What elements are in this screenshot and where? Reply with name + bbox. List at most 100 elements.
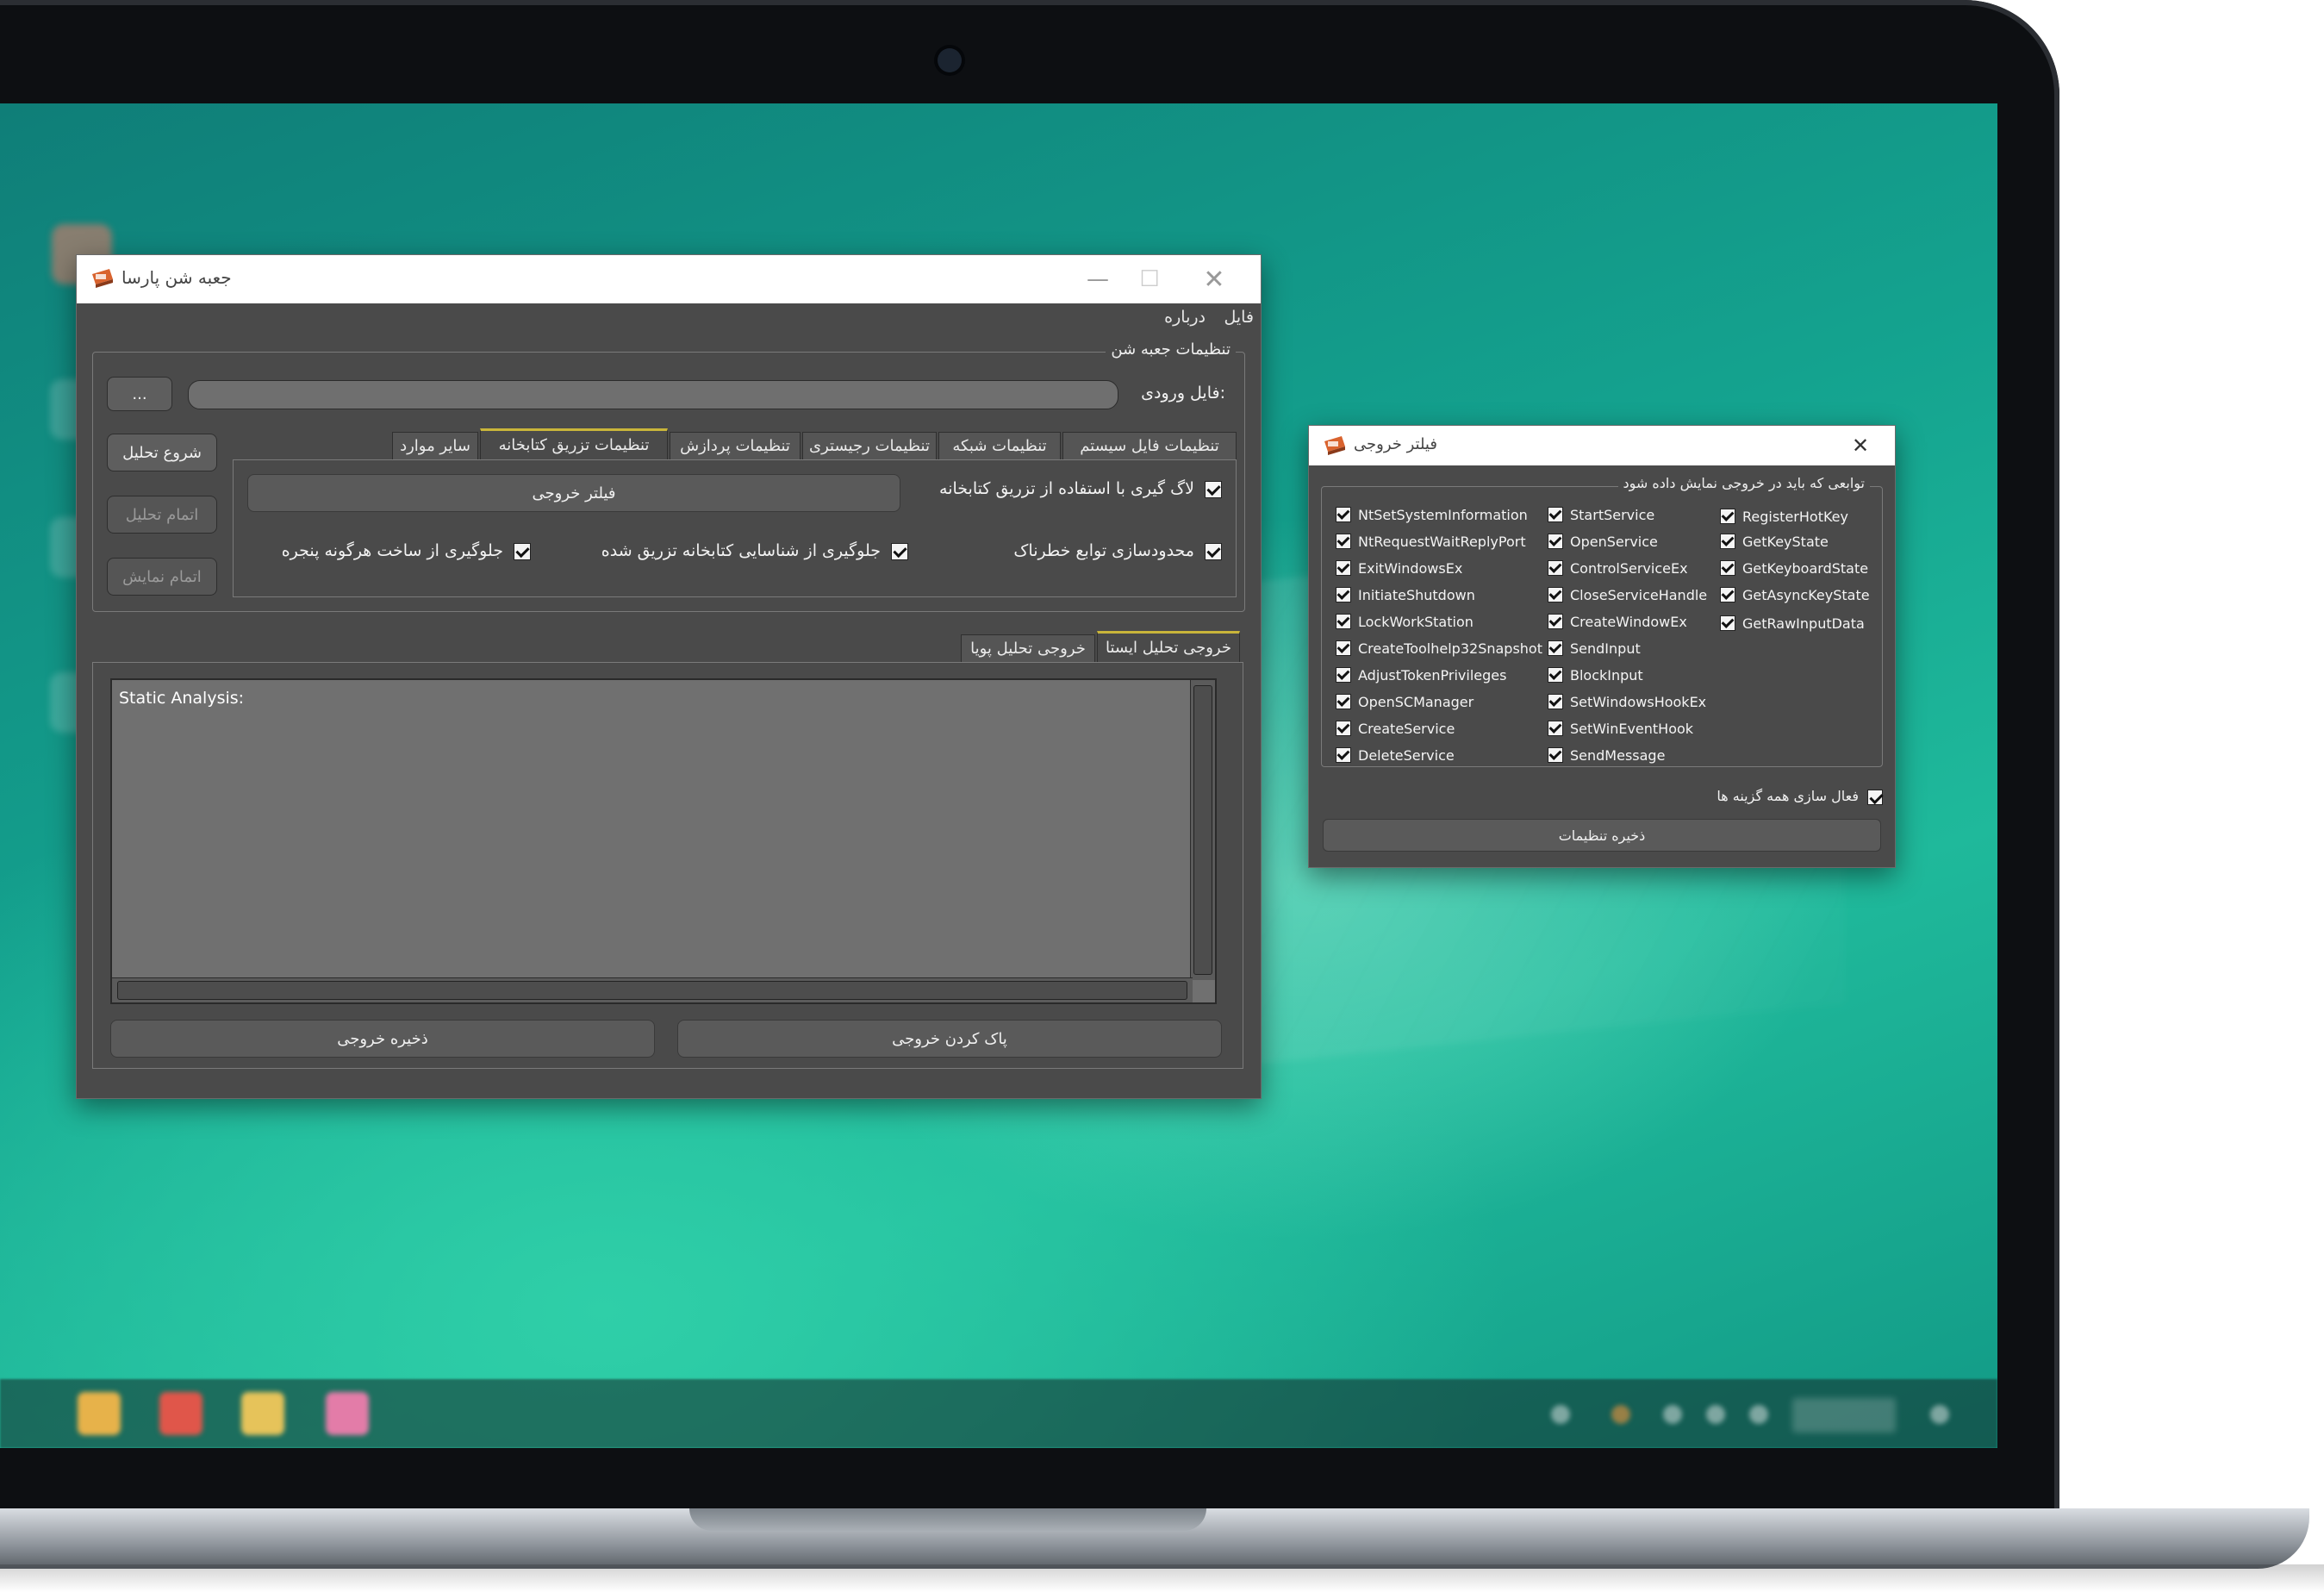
function-checkbox-item[interactable]: OpenService bbox=[1548, 531, 1658, 552]
prevent-window-checkbox[interactable] bbox=[514, 543, 531, 560]
function-checkbox-item[interactable]: InitiateShutdown bbox=[1336, 584, 1475, 605]
function-checkbox[interactable] bbox=[1548, 560, 1563, 576]
start-analysis-button[interactable]: شروع تحلیل bbox=[107, 434, 217, 471]
function-checkbox[interactable] bbox=[1720, 534, 1735, 549]
laptop-hinge bbox=[689, 1508, 1206, 1531]
function-checkbox-item[interactable]: StartService bbox=[1548, 504, 1654, 525]
function-checkbox[interactable] bbox=[1548, 640, 1563, 656]
tab-library-injection-settings[interactable]: تنظیمات تزریق کتابخانه bbox=[480, 428, 668, 459]
file-explorer-taskbar-icon[interactable] bbox=[78, 1392, 121, 1435]
function-checkbox[interactable] bbox=[1720, 509, 1735, 524]
tab-static-analysis-output[interactable]: خروجی تحلیل ایستا bbox=[1097, 631, 1240, 662]
tab-other-settings[interactable]: سایر موارد bbox=[392, 432, 478, 459]
settings-tabs: تنظیمات فایل سیستم تنظیمات شبکه تنظیمات … bbox=[233, 428, 1237, 459]
save-output-button[interactable]: ذخیره خروجی bbox=[110, 1020, 655, 1058]
menu-file[interactable]: فایل bbox=[1224, 308, 1254, 327]
function-checkbox[interactable] bbox=[1336, 694, 1351, 709]
function-checkbox[interactable] bbox=[1336, 534, 1351, 549]
save-settings-button[interactable]: ذخیره تنظیمات bbox=[1323, 819, 1881, 852]
tray-icon[interactable] bbox=[1611, 1405, 1630, 1424]
function-checkbox[interactable] bbox=[1548, 721, 1563, 736]
log-injection-checkbox[interactable] bbox=[1205, 481, 1222, 498]
function-checkbox-item[interactable]: BlockInput bbox=[1548, 665, 1643, 685]
menu-about[interactable]: درباره bbox=[1164, 308, 1206, 327]
function-checkbox-item[interactable]: CreateService bbox=[1336, 718, 1455, 739]
stop-analysis-button[interactable]: اتمام تحلیل bbox=[107, 496, 217, 534]
function-checkbox-item[interactable]: DeleteService bbox=[1336, 745, 1455, 765]
function-checkbox[interactable] bbox=[1336, 507, 1351, 522]
function-checkbox[interactable] bbox=[1336, 747, 1351, 763]
clear-output-button[interactable]: پاک کردن خروجی bbox=[677, 1020, 1222, 1058]
function-checkbox-item[interactable]: CreateToolhelp32Snapshot bbox=[1336, 638, 1542, 659]
function-checkbox[interactable] bbox=[1548, 614, 1563, 629]
taskbar-clock[interactable] bbox=[1792, 1398, 1896, 1433]
chrome-taskbar-icon[interactable] bbox=[159, 1392, 202, 1435]
function-label: BlockInput bbox=[1570, 666, 1643, 684]
function-checkbox[interactable] bbox=[1548, 694, 1563, 709]
function-checkbox[interactable] bbox=[1720, 560, 1735, 576]
stop-display-button[interactable]: اتمام نمایش bbox=[107, 558, 217, 596]
function-checkbox-item[interactable]: LockWorkStation bbox=[1336, 611, 1474, 632]
function-checkbox[interactable] bbox=[1548, 667, 1563, 683]
network-tray-icon[interactable] bbox=[1706, 1405, 1725, 1424]
volume-tray-icon[interactable] bbox=[1749, 1405, 1768, 1424]
function-checkbox-item[interactable]: SetWinEventHook bbox=[1548, 718, 1693, 739]
function-checkbox[interactable] bbox=[1548, 587, 1563, 602]
function-checkbox[interactable] bbox=[1336, 667, 1351, 683]
tray-icon[interactable] bbox=[1663, 1405, 1682, 1424]
tab-dynamic-analysis-output[interactable]: خروجی تحلیل پویا bbox=[961, 634, 1095, 662]
tab-network-settings[interactable]: تنظیمات شبکه bbox=[938, 432, 1061, 459]
output-textarea[interactable]: Static Analysis: bbox=[110, 678, 1217, 1004]
function-checkbox[interactable] bbox=[1720, 587, 1735, 602]
input-file-field[interactable] bbox=[188, 380, 1118, 409]
app-taskbar-icon[interactable] bbox=[326, 1392, 369, 1435]
function-checkbox-item[interactable]: OpenSCManager bbox=[1336, 691, 1474, 712]
close-icon[interactable]: ✕ bbox=[1188, 262, 1240, 297]
close-icon[interactable]: ✕ bbox=[1835, 428, 1886, 463]
function-checkbox-item[interactable]: ExitWindowsEx bbox=[1336, 558, 1462, 578]
function-checkbox[interactable] bbox=[1336, 640, 1351, 656]
function-checkbox-item[interactable]: SendMessage bbox=[1548, 745, 1665, 765]
function-checkbox[interactable] bbox=[1336, 614, 1351, 629]
function-checkbox-item[interactable]: GetAsyncKeyState bbox=[1720, 584, 1870, 605]
function-checkbox[interactable] bbox=[1336, 587, 1351, 602]
function-checkbox[interactable] bbox=[1720, 615, 1735, 631]
function-checkbox-item[interactable]: CreateWindowEx bbox=[1548, 611, 1687, 632]
main-titlebar[interactable]: جعبه شن پارسا — ☐ ✕ bbox=[77, 255, 1261, 303]
filter-titlebar[interactable]: فیلتر خروجی ✕ bbox=[1309, 426, 1895, 465]
select-all-checkbox[interactable] bbox=[1867, 790, 1883, 805]
function-checkbox-item[interactable]: RegisterHotKey bbox=[1720, 506, 1848, 527]
tab-process-settings[interactable]: تنظیمات پردازش bbox=[670, 432, 801, 459]
maximize-icon[interactable]: ☐ bbox=[1124, 262, 1175, 297]
function-checkbox[interactable] bbox=[1548, 534, 1563, 549]
function-checkbox-item[interactable]: NtSetSystemInformation bbox=[1336, 504, 1528, 525]
horizontal-scrollbar[interactable] bbox=[112, 977, 1193, 1002]
vertical-scroll-thumb[interactable] bbox=[1193, 685, 1212, 975]
function-checkbox-item[interactable]: GetKeyboardState bbox=[1720, 558, 1868, 578]
function-checkbox-item[interactable]: GetRawInputData bbox=[1720, 613, 1865, 634]
function-checkbox-item[interactable]: SendInput bbox=[1548, 638, 1641, 659]
function-checkbox[interactable] bbox=[1336, 560, 1351, 576]
function-checkbox-item[interactable]: GetKeyState bbox=[1720, 531, 1829, 552]
functions-group-legend: توابعی که باید در خروجی نمایش داده شود bbox=[1617, 475, 1870, 491]
output-filter-button[interactable]: فیلتر خروجی bbox=[247, 474, 900, 512]
tab-filesystem-settings[interactable]: تنظیمات فایل سیستم bbox=[1062, 432, 1237, 459]
vertical-scrollbar[interactable] bbox=[1190, 680, 1215, 980]
function-checkbox[interactable] bbox=[1548, 747, 1563, 763]
function-checkbox-item[interactable]: NtRequestWaitReplyPort bbox=[1336, 531, 1526, 552]
tab-registry-settings[interactable]: تنظیمات رجیستری bbox=[802, 432, 937, 459]
function-checkbox-item[interactable]: CloseServiceHandle bbox=[1548, 584, 1707, 605]
folder-taskbar-icon[interactable] bbox=[241, 1392, 284, 1435]
restrict-dangerous-checkbox[interactable] bbox=[1205, 543, 1222, 560]
notification-icon[interactable] bbox=[1930, 1405, 1949, 1424]
browse-button[interactable]: ... bbox=[107, 377, 172, 411]
function-checkbox[interactable] bbox=[1548, 507, 1563, 522]
prevent-detection-checkbox[interactable] bbox=[891, 543, 908, 560]
horizontal-scroll-thumb[interactable] bbox=[117, 981, 1187, 1000]
tray-icon[interactable] bbox=[1551, 1405, 1570, 1424]
function-checkbox[interactable] bbox=[1336, 721, 1351, 736]
function-checkbox-item[interactable]: SetWindowsHookEx bbox=[1548, 691, 1706, 712]
function-checkbox-item[interactable]: ControlServiceEx bbox=[1548, 558, 1688, 578]
minimize-icon[interactable]: — bbox=[1072, 262, 1124, 297]
function-checkbox-item[interactable]: AdjustTokenPrivileges bbox=[1336, 665, 1506, 685]
